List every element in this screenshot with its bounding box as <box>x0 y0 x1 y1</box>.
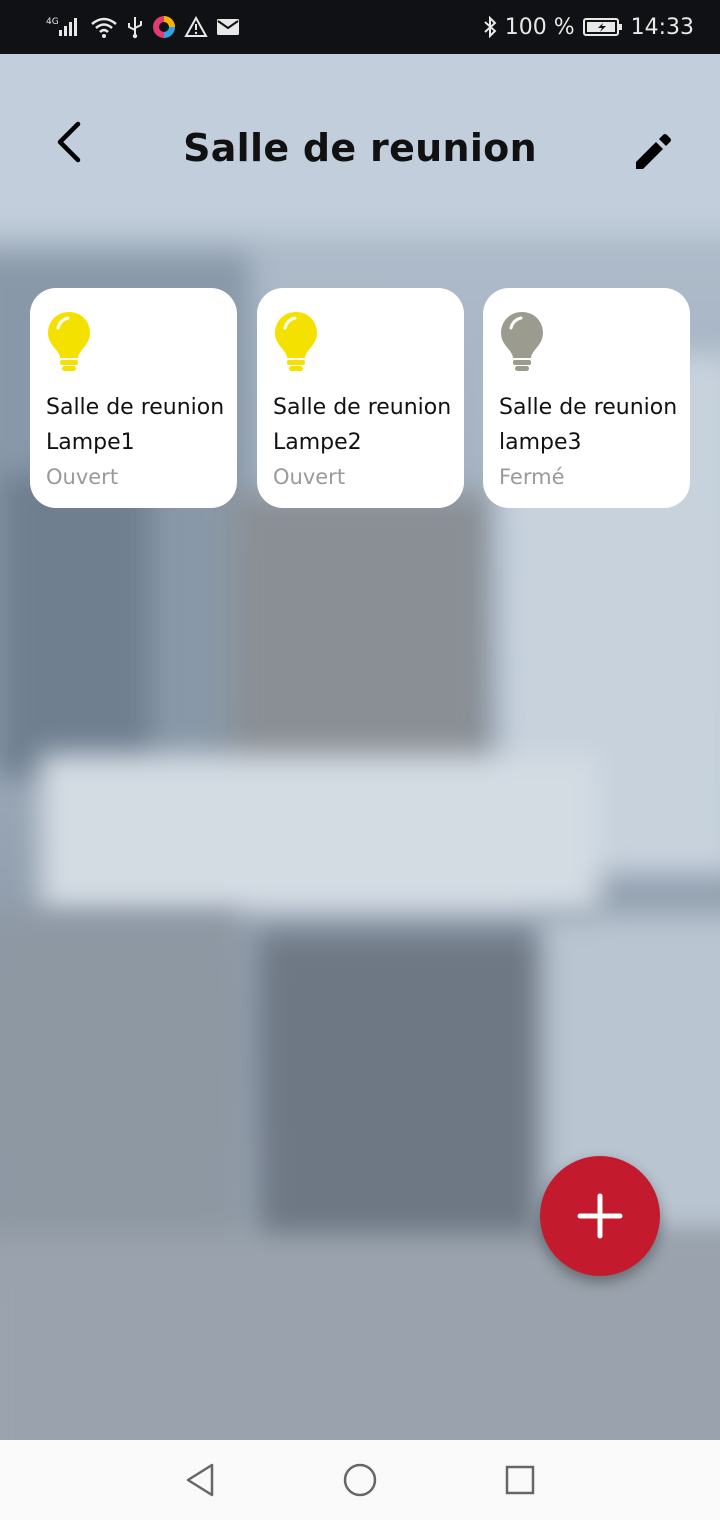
usb-icon <box>126 15 144 39</box>
lightbulb-icon <box>48 312 90 371</box>
device-name-line2: Lampe1 <box>46 430 135 455</box>
battery-percent: 100 % <box>504 14 575 40</box>
add-device-button[interactable] <box>540 1156 660 1276</box>
device-state: Fermé <box>499 465 565 489</box>
status-bar: 4G 100 % 14:33 <box>0 0 720 54</box>
battery-charging-icon <box>582 17 623 37</box>
device-card[interactable]: Salle de reunion lampe3 Fermé <box>483 288 690 508</box>
lightbulb-icon <box>275 312 317 371</box>
recents-square-icon <box>505 1465 535 1495</box>
device-name-line1: Salle de reunion <box>46 395 225 420</box>
nav-recents-button[interactable] <box>500 1460 540 1500</box>
system-nav-bar <box>0 1440 720 1520</box>
device-name-line1: Salle de reunion <box>273 395 452 420</box>
warning-icon <box>184 16 208 38</box>
clock: 14:33 <box>630 14 694 40</box>
edit-button[interactable] <box>624 124 680 180</box>
nav-home-button[interactable] <box>340 1460 380 1500</box>
nav-back-button[interactable] <box>180 1460 220 1500</box>
device-name-line1: Salle de reunion <box>499 395 678 420</box>
pencil-icon <box>636 134 671 169</box>
lightbulb-icon <box>501 312 543 371</box>
device-card[interactable]: Salle de reunion Lampe1 Ouvert <box>30 288 237 508</box>
status-icons-left: 4G <box>46 15 240 39</box>
home-circle-icon <box>343 1463 377 1497</box>
app-icon <box>152 15 176 39</box>
wifi-icon <box>90 15 118 39</box>
header: Salle de reunion <box>0 100 720 204</box>
mail-icon <box>216 17 240 37</box>
device-state: Ouvert <box>273 465 346 489</box>
plus-icon <box>577 1193 623 1239</box>
back-triangle-icon <box>186 1463 214 1497</box>
device-name-line2: lampe3 <box>499 430 582 455</box>
device-name-line2: Lampe2 <box>273 430 362 455</box>
svg-text:4G: 4G <box>46 17 59 27</box>
device-card[interactable]: Salle de reunion Lampe2 Ouvert <box>257 288 464 508</box>
device-grid: Salle de reunion Lampe1 Ouvert Salle de … <box>30 288 690 508</box>
device-state: Ouvert <box>46 465 119 489</box>
status-icons-right: 100 % 14:33 <box>483 15 694 40</box>
bluetooth-icon <box>483 15 497 39</box>
page-title: Salle de reunion <box>183 126 537 170</box>
signal-icon: 4G <box>46 15 82 39</box>
